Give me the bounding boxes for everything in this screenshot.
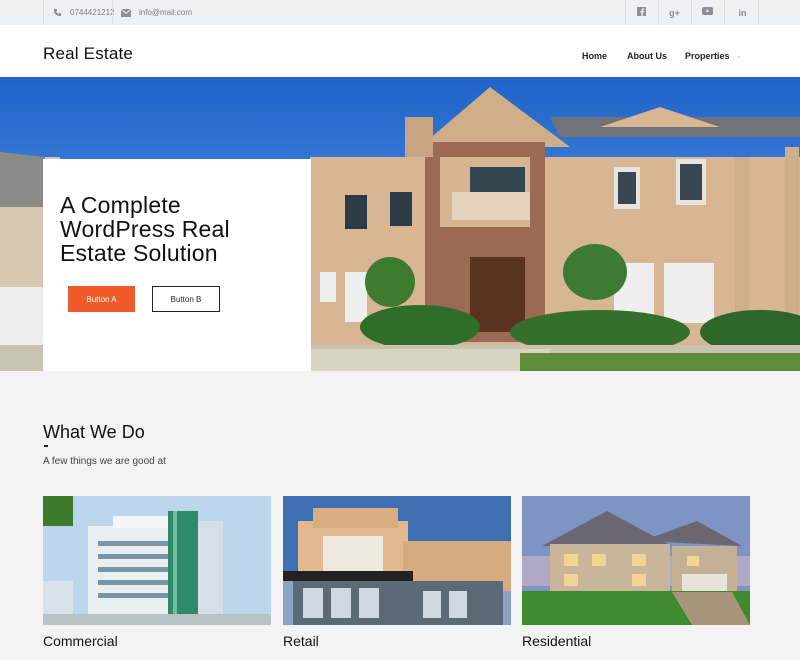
top-bar: 0744421212 info@mail.com g+ in bbox=[0, 0, 800, 25]
card-label-commercial[interactable]: Commercial bbox=[43, 633, 118, 649]
divider bbox=[724, 0, 725, 25]
section-title: What We Do bbox=[43, 422, 145, 442]
google-plus-link[interactable]: g+ bbox=[658, 0, 691, 25]
hero-title: A Complete WordPress Real Estate Solutio… bbox=[60, 192, 230, 266]
google-plus-icon: g+ bbox=[669, 7, 680, 18]
youtube-icon bbox=[702, 7, 713, 18]
facebook-link[interactable] bbox=[625, 0, 658, 25]
residential-image[interactable] bbox=[522, 496, 750, 625]
phone-number: 0744421212 bbox=[70, 8, 115, 17]
email-address: info@mail.com bbox=[139, 8, 193, 17]
hero-card: A Complete WordPress Real Estate Solutio… bbox=[43, 159, 311, 371]
email-contact[interactable]: info@mail.com bbox=[121, 0, 192, 25]
youtube-link[interactable] bbox=[691, 0, 724, 25]
phone-icon bbox=[52, 8, 62, 18]
nav-about-us[interactable]: About Us bbox=[627, 51, 667, 61]
hero-banner: A Complete WordPress Real Estate Solutio… bbox=[0, 77, 800, 371]
button-b[interactable]: Button B bbox=[152, 286, 220, 312]
nav-properties[interactable]: Properties bbox=[685, 51, 730, 61]
card-label-retail[interactable]: Retail bbox=[283, 633, 319, 649]
nav-home[interactable]: Home bbox=[582, 51, 607, 61]
section-title-underline bbox=[44, 445, 48, 447]
facebook-icon bbox=[637, 6, 646, 19]
site-header: Real Estate Home About Us Properties ⌄ bbox=[0, 25, 800, 77]
divider bbox=[758, 0, 759, 25]
phone-contact[interactable]: 0744421212 bbox=[52, 0, 115, 25]
divider bbox=[43, 0, 44, 25]
linkedin-icon: in bbox=[738, 7, 747, 18]
linkedin-link[interactable]: in bbox=[726, 0, 759, 25]
button-a[interactable]: Button A bbox=[68, 286, 135, 312]
chevron-down-icon[interactable]: ⌄ bbox=[736, 52, 742, 60]
section-subtitle: A few things we are good at bbox=[43, 456, 166, 467]
envelope-icon bbox=[121, 8, 131, 18]
site-logo[interactable]: Real Estate bbox=[43, 44, 133, 64]
card-label-residential[interactable]: Residential bbox=[522, 633, 591, 649]
divider bbox=[112, 0, 113, 25]
retail-image[interactable] bbox=[283, 496, 511, 625]
commercial-image[interactable] bbox=[43, 496, 271, 625]
